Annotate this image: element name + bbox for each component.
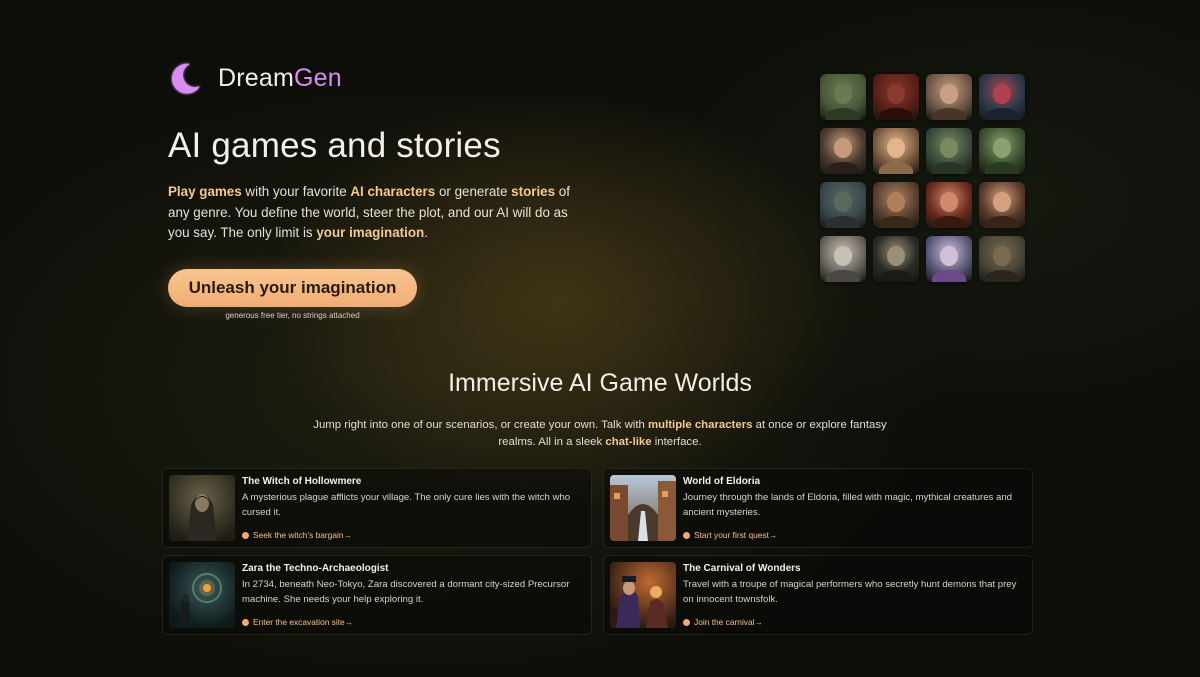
brand-name: DreamGen [218, 63, 342, 92]
avatar-shoulders [932, 270, 966, 282]
avatar-head [993, 84, 1011, 104]
world-link[interactable]: Join the carnival→ [683, 617, 763, 627]
carnival-thumbnail [610, 562, 676, 628]
chat-bubble-icon [683, 531, 690, 539]
avatar-shoulders [879, 162, 913, 174]
avatar-head [940, 138, 958, 158]
avatar-head [834, 192, 852, 212]
section-description: Jump right into one of our scenarios, or… [313, 419, 887, 448]
moon-icon [171, 63, 200, 94]
chat-bubble-icon [242, 618, 249, 626]
hero-description: Play games with your favorite AI charact… [168, 184, 570, 240]
avatar-shoulders [826, 216, 860, 228]
avatar-shoulders [826, 162, 860, 174]
avatar-shoulders [932, 162, 966, 174]
world-title: The Carnival of Wonders [683, 563, 801, 574]
tribal-mask-portrait-thumbnail[interactable] [926, 128, 972, 174]
avatar-head [993, 192, 1011, 212]
avatar-head [834, 138, 852, 158]
avatar-shoulders [932, 108, 966, 120]
red-demon-portrait-thumbnail[interactable] [873, 74, 919, 120]
world-title: World of Eldoria [683, 476, 761, 487]
section-title: Immersive AI Game Worlds [448, 369, 752, 397]
avatar-shoulders [879, 108, 913, 120]
avatar-shoulders [985, 216, 1019, 228]
chat-bubble-icon [242, 531, 249, 539]
world-description: Journey through the lands of Eldoria, fi… [683, 492, 1013, 518]
stone-portal-thumbnail[interactable] [979, 236, 1025, 282]
woman-portrait-thumbnail[interactable] [820, 128, 866, 174]
landing-page: DreamGen AI games and stories Play games… [0, 0, 1200, 677]
horned-woman-portrait-thumbnail[interactable] [926, 182, 972, 228]
witch-thumbnail [169, 475, 235, 541]
avatar-shoulders [826, 270, 860, 282]
world-title: Zara the Techno-Archaeologist [242, 563, 389, 574]
elf-princess-portrait-thumbnail[interactable] [926, 236, 972, 282]
world-card-zara-techno-archaeologist[interactable]: Zara the Techno-Archaeologist In 2734, b… [162, 555, 592, 635]
avatar-head [834, 246, 852, 266]
avatar-head [887, 138, 905, 158]
zara-thumbnail [169, 562, 235, 628]
world-link[interactable]: Start your first quest→ [683, 530, 777, 540]
world-title: The Witch of Hollowmere [242, 476, 362, 487]
avatar-head [887, 192, 905, 212]
blonde-woman-portrait-thumbnail[interactable] [873, 128, 919, 174]
bearded-man-portrait-thumbnail[interactable] [873, 182, 919, 228]
hero-title: AI games and stories [168, 126, 501, 165]
world-link[interactable]: Seek the witch's bargain→ [242, 530, 352, 540]
avatar-head [887, 246, 905, 266]
avatar-head [993, 138, 1011, 158]
neon-city-thumbnail[interactable] [979, 74, 1025, 120]
avatar-shoulders [985, 108, 1019, 120]
brunette-woman-portrait-thumbnail[interactable] [979, 182, 1025, 228]
world-card-witch-of-hollowmere[interactable]: The Witch of Hollowmere A mysterious pla… [162, 468, 592, 548]
forest-tree-portrait-thumbnail[interactable] [820, 74, 866, 120]
avatar-shoulders [985, 162, 1019, 174]
chat-bubble-icon [683, 618, 690, 626]
warrior-woman-portrait-thumbnail[interactable] [926, 74, 972, 120]
brand-logo[interactable]: DreamGen [168, 60, 342, 96]
avatar-head [887, 84, 905, 104]
world-card-carnival-of-wonders[interactable]: The Carnival of Wonders Travel with a tr… [603, 555, 1033, 635]
world-card-world-of-eldoria[interactable]: World of Eldoria Journey through the lan… [603, 468, 1033, 548]
avatar-shoulders [985, 270, 1019, 282]
avatar-shoulders [932, 216, 966, 228]
world-description: Travel with a troupe of magical performe… [683, 579, 1017, 605]
character-avatar-grid [820, 74, 1025, 282]
avatar-head [993, 246, 1011, 266]
avatar-shoulders [826, 108, 860, 120]
cta-subtext: generous free tier, no strings attached [225, 311, 360, 320]
eldoria-thumbnail [610, 475, 676, 541]
rocky-island-thumbnail[interactable] [820, 182, 866, 228]
avatar-shoulders [879, 270, 913, 282]
world-description: A mysterious plague afflicts your villag… [242, 492, 571, 518]
forest-elf-portrait-thumbnail[interactable] [979, 128, 1025, 174]
avatar-head [940, 84, 958, 104]
goblin-portrait-thumbnail[interactable] [873, 236, 919, 282]
old-wizard-portrait-thumbnail[interactable] [820, 236, 866, 282]
avatar-head [834, 84, 852, 104]
avatar-head [940, 246, 958, 266]
avatar-shoulders [879, 216, 913, 228]
unleash-imagination-button[interactable]: Unleash your imagination [168, 269, 417, 307]
world-description: In 2734, beneath Neo-Tokyo, Zara discove… [242, 579, 570, 605]
world-link[interactable]: Enter the excavation site→ [242, 617, 353, 627]
avatar-head [940, 192, 958, 212]
